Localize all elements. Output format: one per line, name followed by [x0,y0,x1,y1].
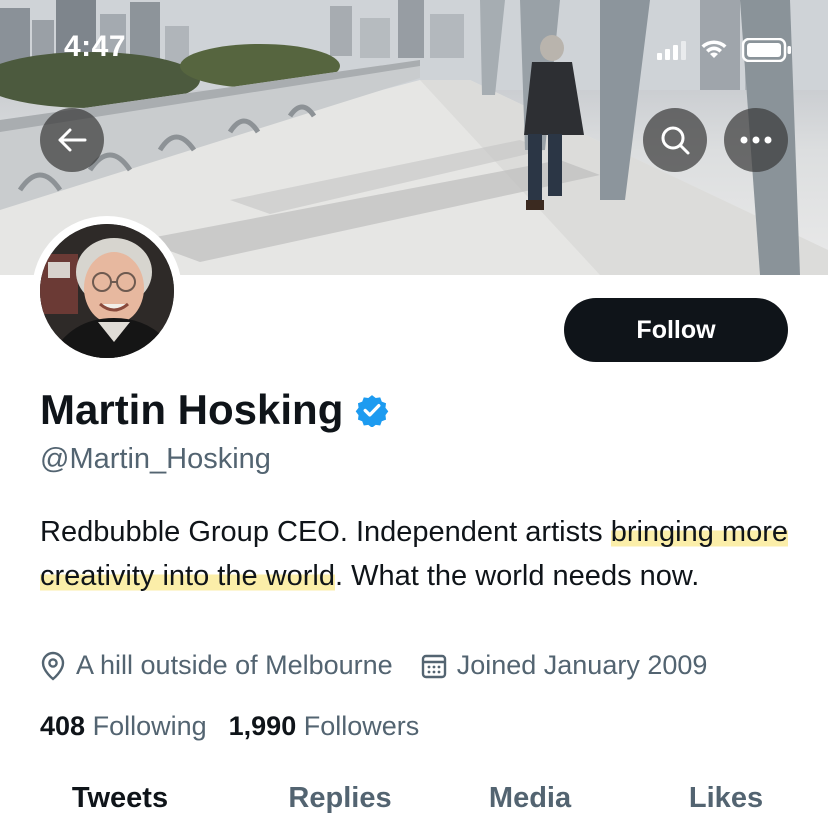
location-item: A hill outside of Melbourne [40,650,393,681]
followers-label: Followers [303,711,420,741]
followers-link[interactable]: 1,990 Followers [229,711,420,742]
location-pin-icon [41,651,65,681]
location-text: A hill outside of Melbourne [76,650,393,680]
display-name-row: Martin Hosking [40,386,389,434]
joined-text: Joined January 2009 [456,650,708,680]
joined-item: Joined January 2009 [421,650,708,681]
cellular-signal-icon [657,40,686,60]
tab-tweets[interactable]: Tweets [72,782,168,815]
following-count: 408 [40,711,86,741]
tab-likes[interactable]: Likes [689,782,763,815]
following-label: Following [92,711,207,741]
tab-replies[interactable]: Replies [288,782,391,815]
arrow-left-icon [58,128,87,152]
avatar[interactable] [32,216,182,366]
calendar-icon [421,654,446,678]
more-horizontal-icon [740,136,772,144]
search-icon [661,126,690,155]
profile-meta: A hill outside of Melbourne Joined Janua… [40,650,707,681]
verified-badge-icon [356,395,389,427]
tab-media[interactable]: Media [489,782,571,815]
following-link[interactable]: 408 Following [40,711,207,742]
wifi-icon [700,40,728,60]
more-options-button[interactable] [724,108,788,172]
bio: Redbubble Group CEO. Independent artists… [40,510,800,598]
profile-tabs: Tweets Replies Media Likes [0,782,828,833]
status-time: 4:47 [64,30,127,63]
bio-text-1: Redbubble Group CEO. Independent artists [40,516,611,548]
handle: @Martin_Hosking [40,443,271,475]
avatar-photo [40,224,174,358]
followers-count: 1,990 [228,711,297,741]
back-button[interactable] [40,108,104,172]
follow-counts: 408 Following 1,990 Followers [40,711,419,742]
display-name: Martin Hosking [40,386,344,433]
follow-button[interactable]: Follow [564,298,788,362]
status-icons [657,38,792,62]
bio-text-2: . What the world needs now. [334,560,700,592]
search-button[interactable] [643,108,707,172]
battery-icon [742,38,792,62]
